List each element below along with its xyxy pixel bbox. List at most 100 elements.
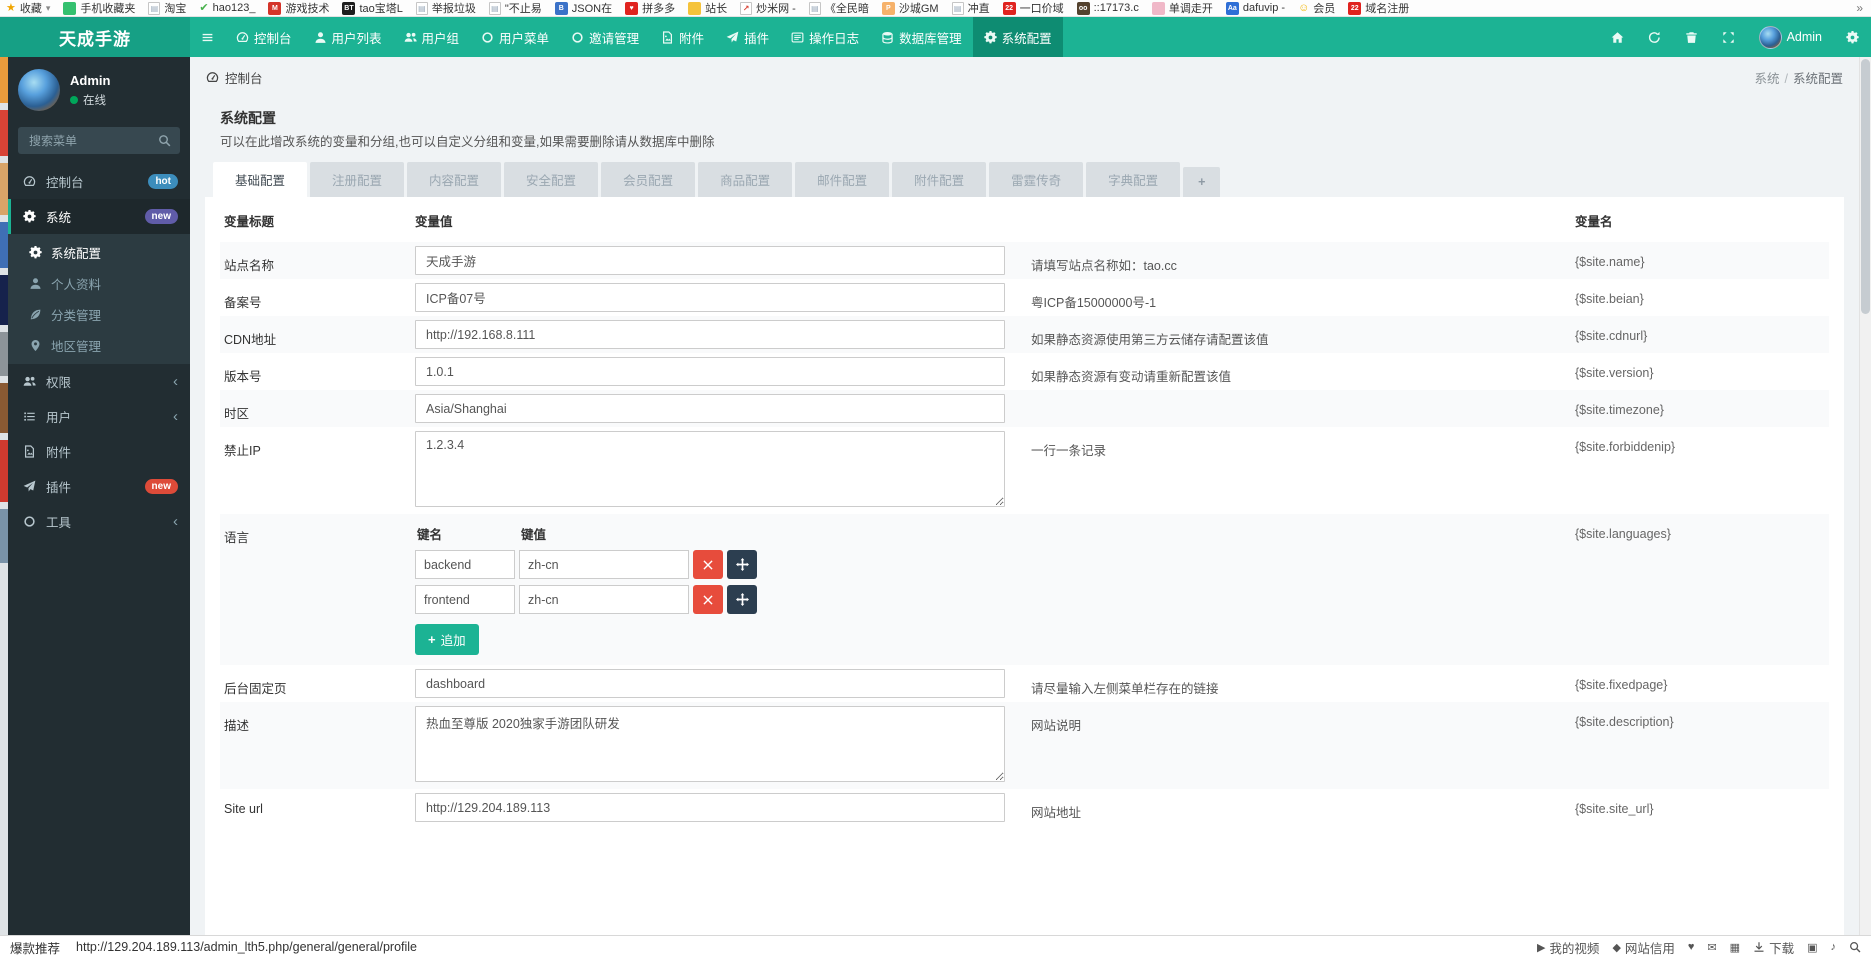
bookmark-item[interactable]: Aadafuvip - <box>1226 2 1285 15</box>
sidebar-item[interactable]: 用户‹ <box>8 399 190 434</box>
statusbar-magnifier-item[interactable] <box>1849 941 1861 953</box>
statusbar-grid-item[interactable]: ▦ <box>1730 941 1740 954</box>
tab-item[interactable]: 商品配置 <box>698 162 792 197</box>
search-icon[interactable] <box>158 134 171 147</box>
bookmark-item[interactable]: ▤"不止易 <box>489 0 542 16</box>
kv-value-input[interactable] <box>519 585 689 614</box>
statusbar-play-item[interactable]: ▶我的视频 <box>1537 938 1599 957</box>
refresh-button[interactable] <box>1636 31 1673 44</box>
tab-item[interactable]: 附件配置 <box>892 162 986 197</box>
config-input[interactable] <box>415 283 1005 312</box>
sidebar-item[interactable]: 附件 <box>8 434 190 469</box>
kv-value-input[interactable] <box>519 550 689 579</box>
config-textarea[interactable] <box>415 431 1005 507</box>
kv-key-input[interactable] <box>415 585 515 614</box>
navbar-item[interactable]: 控制台 <box>225 17 303 57</box>
move-pair-button[interactable] <box>727 585 757 614</box>
tab-item[interactable]: 内容配置 <box>407 162 501 197</box>
add-pair-button[interactable]: +追加 <box>415 624 479 655</box>
tab-item[interactable]: 注册配置 <box>310 162 404 197</box>
bookmark-item[interactable]: P沙城GM <box>882 0 939 16</box>
bookmarks-overflow-icon[interactable]: » <box>1856 0 1863 17</box>
config-input[interactable] <box>415 320 1005 349</box>
bookmark-item[interactable]: ▤冲直 <box>952 0 990 16</box>
remove-pair-button[interactable] <box>693 550 723 579</box>
tab-item[interactable]: 安全配置 <box>504 162 598 197</box>
config-input[interactable] <box>415 793 1005 822</box>
navbar-item[interactable]: 附件 <box>650 17 715 57</box>
bookmark-label: hao123_ <box>213 2 256 14</box>
statusbar-heart-item[interactable]: ♥ <box>1688 941 1695 953</box>
breadcrumb-link[interactable]: 系统配置 <box>1793 72 1843 86</box>
navbar-item[interactable]: 用户菜单 <box>470 17 560 57</box>
navbar-item[interactable]: 数据库管理 <box>870 17 973 57</box>
breadcrumb-link[interactable]: 系统 <box>1754 72 1779 86</box>
add-tab-button[interactable]: + <box>1183 167 1220 197</box>
sidebar-subitem[interactable]: 个人资料 <box>8 268 190 299</box>
tab-item[interactable]: 会员配置 <box>601 162 695 197</box>
sidebar-toggle-button[interactable] <box>190 17 225 57</box>
sidebar-item[interactable]: 系统new <box>8 199 190 234</box>
bookmark-item[interactable]: ↗炒米网 - <box>740 0 796 16</box>
bookmark-item[interactable]: 22域名注册 <box>1348 0 1409 16</box>
sidebar-subitem[interactable]: 分类管理 <box>8 299 190 330</box>
sidebar-item[interactable]: 控制台hot <box>8 164 190 199</box>
statusbar-panel-item[interactable]: ▣ <box>1807 941 1817 954</box>
brand-logo[interactable]: 天成手游 <box>0 17 190 57</box>
config-input[interactable] <box>415 394 1005 423</box>
scrollbar-thumb[interactable] <box>1861 59 1870 314</box>
config-input[interactable] <box>415 669 1005 698</box>
navbar-item[interactable]: 用户列表 <box>303 17 393 57</box>
navbar-item[interactable]: 插件 <box>715 17 780 57</box>
config-textarea[interactable] <box>415 706 1005 782</box>
tab-item[interactable]: 字典配置 <box>1086 162 1180 197</box>
bookmark-item[interactable]: ★收藏▾ <box>6 0 50 16</box>
page-scrollbar[interactable] <box>1859 57 1871 935</box>
settings-button[interactable] <box>1834 31 1871 44</box>
statusbar-credit-item[interactable]: ◆网站信用 <box>1612 938 1674 957</box>
file-icon <box>661 31 674 44</box>
navbar-item[interactable]: 操作日志 <box>780 17 870 57</box>
bookmark-item[interactable]: BJSON在 <box>555 0 612 16</box>
navbar-item[interactable]: 用户组 <box>393 17 471 57</box>
sidebar-item[interactable]: 插件new <box>8 469 190 504</box>
move-pair-button[interactable] <box>727 550 757 579</box>
avatar[interactable] <box>18 69 60 111</box>
bookmark-item[interactable]: ♥拼多多 <box>625 0 675 16</box>
breadcrumb-home[interactable]: 控制台 <box>206 68 263 87</box>
bookmark-item[interactable]: 单调走开 <box>1152 0 1213 16</box>
bookmark-item[interactable]: M游戏技术 <box>268 0 329 16</box>
config-input[interactable] <box>415 246 1005 275</box>
sidebar-item[interactable]: 工具‹ <box>8 504 190 539</box>
navbar-item[interactable]: 系统配置 <box>973 17 1063 57</box>
bookmark-item[interactable]: oo::17173.c <box>1077 2 1139 15</box>
sidebar-subitem[interactable]: 系统配置 <box>8 237 190 268</box>
tab-active[interactable]: 基础配置 <box>213 162 307 197</box>
bookmark-item[interactable]: ▤淘宝 <box>148 0 186 16</box>
kv-key-input[interactable] <box>415 550 515 579</box>
tab-item[interactable]: 邮件配置 <box>795 162 889 197</box>
tab-item[interactable]: 雷霆传奇 <box>989 162 1083 197</box>
config-input[interactable] <box>415 357 1005 386</box>
remove-pair-button[interactable] <box>693 585 723 614</box>
bookmark-item[interactable]: 站长 <box>688 0 727 16</box>
bookmark-item[interactable]: 手机收藏夹 <box>63 0 135 16</box>
navbar-item[interactable]: 邀请管理 <box>560 17 650 57</box>
bookmark-item[interactable]: ▤《全民暗 <box>809 0 869 16</box>
bookmark-item[interactable]: 22一口价域 <box>1003 0 1064 16</box>
clear-cache-button[interactable] <box>1673 31 1710 44</box>
home-button[interactable] <box>1599 31 1636 44</box>
bookmark-item[interactable]: ▤举报垃圾 <box>416 0 476 16</box>
sidebar-subitem[interactable]: 地区管理 <box>8 330 190 361</box>
bookmark-item[interactable]: ✔hao123_ <box>199 2 255 15</box>
statusbar-music-item[interactable]: ♪ <box>1831 941 1837 953</box>
admin-user-menu[interactable]: Admin <box>1747 26 1834 49</box>
fullscreen-button[interactable] <box>1710 31 1747 44</box>
statusbar-mail-item[interactable]: ✉ <box>1707 941 1716 954</box>
search-input[interactable] <box>27 133 158 149</box>
sidebar-item[interactable]: 权限‹ <box>8 364 190 399</box>
caret-down-icon[interactable]: ▾ <box>46 3 51 14</box>
bookmark-item[interactable]: ☺会员 <box>1298 0 1335 16</box>
statusbar-download-item[interactable]: 下载 <box>1753 938 1794 957</box>
bookmark-item[interactable]: BTtao宝塔L <box>342 0 402 16</box>
